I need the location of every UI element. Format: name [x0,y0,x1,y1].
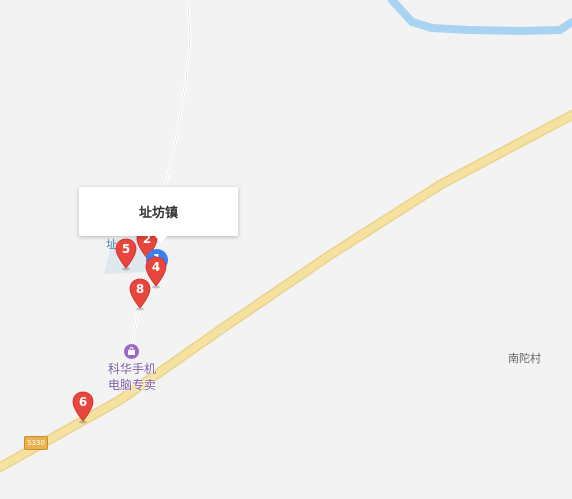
poi-name-line2: 电脑专卖 [107,378,156,392]
map-marker-6[interactable]: 6 [72,391,98,427]
callout-tail [154,235,168,243]
poi-label[interactable]: 科华手机 电脑专卖 [104,361,160,393]
shopping-bag-icon [128,347,135,355]
marker-label: 6 [78,395,88,409]
poi-marker[interactable] [124,344,139,359]
map-marker-8[interactable]: 8 [129,278,155,314]
location-info-callout[interactable]: 址坊镇 [79,187,238,236]
callout-title: 址坊镇 [138,206,178,221]
marker-label: 4 [151,260,161,274]
marker-label: 8 [135,282,145,296]
poi-name-line1: 科华手机 [107,362,156,376]
village-label: 南陀村 [508,352,541,365]
route-shield: S330 [24,436,48,450]
marker-label: 5 [121,242,131,256]
river [388,0,572,36]
